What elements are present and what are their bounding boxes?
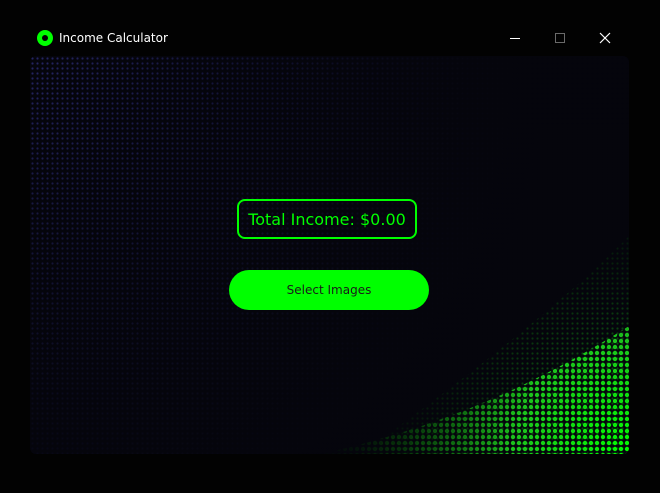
close-icon [599, 32, 611, 44]
minimize-button[interactable] [492, 20, 538, 56]
maximize-button[interactable] [537, 20, 583, 56]
minimize-icon [510, 38, 520, 39]
halftone-background [30, 56, 629, 454]
app-logo-icon [37, 30, 53, 46]
total-income-label: Total Income: $0.00 [248, 209, 406, 229]
main-panel: Total Income: $0.00 Select Images [30, 56, 629, 454]
select-images-label: Select Images [286, 283, 372, 297]
maximize-icon [555, 33, 565, 43]
app-window: Income Calculator Total Income: $0.00 Se… [0, 0, 660, 493]
title-bar[interactable]: Income Calculator [0, 20, 660, 56]
close-button[interactable] [582, 20, 628, 56]
select-images-button[interactable]: Select Images [229, 270, 429, 310]
window-title: Income Calculator [59, 31, 168, 45]
total-income-display: Total Income: $0.00 [237, 199, 417, 239]
